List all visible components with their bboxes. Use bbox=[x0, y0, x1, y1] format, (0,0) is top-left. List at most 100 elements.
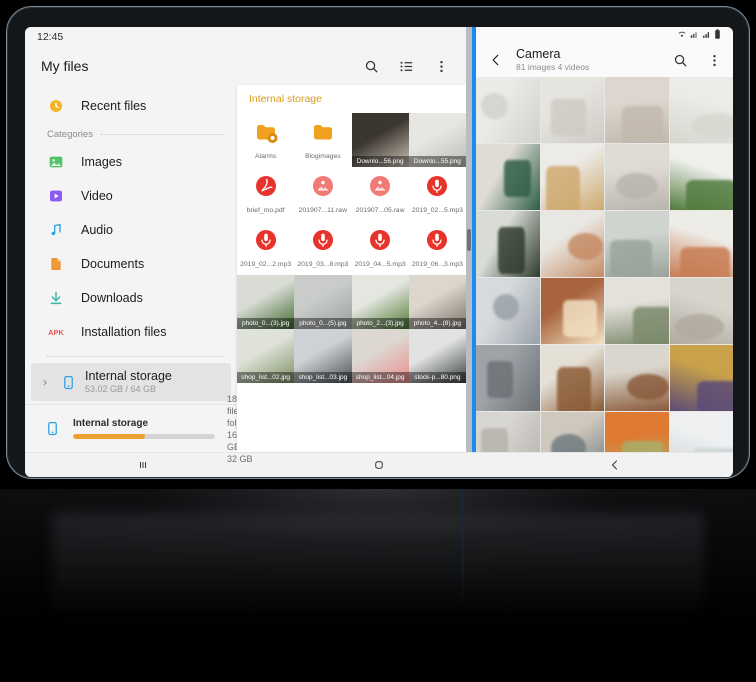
gallery-app-pane: Camera 81 images 4 videos bbox=[472, 27, 733, 452]
photo-subject bbox=[503, 159, 531, 197]
file-thumbnail-item[interactable]: Downlo...55.png bbox=[408, 113, 466, 167]
sidebar-item-images[interactable]: Images bbox=[25, 145, 237, 179]
gallery-photo-item[interactable] bbox=[669, 77, 733, 143]
back-chevron-icon[interactable] bbox=[488, 53, 504, 67]
gallery-photo-item[interactable] bbox=[540, 211, 604, 277]
phone-icon bbox=[43, 420, 61, 438]
gallery-photo-item[interactable] bbox=[476, 211, 540, 277]
gallery-photo-grid[interactable] bbox=[476, 77, 733, 452]
file-name: 201907...11.raw bbox=[298, 207, 347, 214]
file-item[interactable]: RAW 201907...05.raw bbox=[352, 167, 409, 221]
gallery-photo-item[interactable] bbox=[476, 77, 540, 143]
gallery-photo-item[interactable] bbox=[669, 412, 733, 452]
left-status-bar: 12:45 bbox=[25, 27, 466, 47]
sidebar-item-internal-storage[interactable]: › Internal storage 53.02 GB / 64 GB bbox=[31, 363, 231, 401]
gallery-photo-item[interactable] bbox=[540, 77, 604, 143]
gallery-photo-item[interactable] bbox=[476, 345, 540, 411]
file-name: photo_2...(3).jpg bbox=[351, 318, 409, 329]
tablet-device-frame: 12:45 My files Recent files Categories I… bbox=[6, 6, 750, 479]
gallery-photo-item[interactable] bbox=[669, 345, 733, 411]
storage-progress-group: Internal storage bbox=[73, 418, 215, 439]
gallery-photo-item[interactable] bbox=[669, 211, 733, 277]
divider-line bbox=[100, 133, 223, 135]
file-name: 2019_02...5.mp3 bbox=[411, 207, 463, 214]
folder-icon bbox=[311, 120, 335, 149]
svg-text:RAW: RAW bbox=[318, 186, 328, 191]
sidebar-categories-header: Categories bbox=[25, 123, 237, 145]
sidebar-item-installation-files[interactable]: APK Installation files bbox=[25, 315, 237, 349]
file-item[interactable]: 2019_02...2.mp3 bbox=[237, 221, 294, 275]
file-grid[interactable]: Alarms Blogimages Downlo...56.png Downlo...… bbox=[237, 113, 466, 452]
gallery-photo-item[interactable] bbox=[605, 211, 669, 277]
file-thumbnail-item[interactable]: photo_2...(3).jpg bbox=[351, 275, 409, 329]
storage-summary-name: Internal storage bbox=[73, 418, 149, 429]
search-icon[interactable] bbox=[362, 57, 380, 75]
file-name: brief_mo.pdf bbox=[246, 207, 285, 214]
gallery-photo-item[interactable] bbox=[605, 77, 669, 143]
file-name: 201907...05.raw bbox=[355, 207, 405, 214]
sidebar-item-video[interactable]: Video bbox=[25, 179, 237, 213]
gallery-photo-item[interactable] bbox=[540, 144, 604, 210]
file-item[interactable]: RAW 201907...11.raw bbox=[294, 167, 351, 221]
file-name: Downlo...55.png bbox=[408, 156, 466, 167]
photo-subject bbox=[545, 166, 580, 210]
sidebar-divider bbox=[25, 349, 237, 363]
file-thumbnail-item[interactable]: Downlo...56.png bbox=[351, 113, 409, 167]
file-item[interactable]: 2019_02...5.mp3 bbox=[409, 167, 466, 221]
back-button[interactable] bbox=[591, 459, 639, 471]
gallery-photo-item[interactable] bbox=[540, 345, 604, 411]
more-options-icon[interactable] bbox=[432, 57, 450, 75]
home-button[interactable] bbox=[355, 459, 403, 471]
list-view-icon[interactable] bbox=[397, 57, 415, 75]
my-files-header-actions bbox=[362, 57, 456, 75]
recents-button[interactable] bbox=[119, 459, 167, 471]
gallery-photo-item[interactable] bbox=[476, 412, 540, 452]
file-thumbnail-item[interactable]: shop_list...04.jpg bbox=[351, 329, 409, 383]
gallery-photo-item[interactable] bbox=[669, 144, 733, 210]
file-item[interactable]: Blogimages bbox=[294, 113, 351, 167]
wifi-icon bbox=[677, 27, 687, 44]
sidebar-item-label: Downloads bbox=[81, 291, 143, 305]
sidebar-item-recent-files[interactable]: Recent files bbox=[25, 89, 237, 123]
file-thumbnail-item[interactable]: shop_list...03.jpg bbox=[294, 329, 352, 383]
sidebar-item-downloads[interactable]: Downloads bbox=[25, 281, 237, 315]
clock-icon bbox=[47, 97, 65, 115]
file-thumbnail-item[interactable]: photo_4...(8).jpg bbox=[408, 275, 466, 329]
file-browser-breadcrumb[interactable]: Internal storage bbox=[237, 85, 466, 113]
phone-icon bbox=[59, 373, 77, 391]
file-thumbnail-item[interactable]: photo_0...(3).jpg bbox=[237, 275, 295, 329]
sidebar-scroll-area[interactable]: Recent files Categories Images Video Aud… bbox=[25, 89, 237, 404]
gallery-photo-item[interactable] bbox=[605, 412, 669, 452]
sidebar-item-documents[interactable]: Documents bbox=[25, 247, 237, 281]
photo-subject bbox=[615, 173, 658, 200]
gallery-photo-item[interactable] bbox=[476, 278, 540, 344]
gallery-photo-item[interactable] bbox=[605, 144, 669, 210]
search-icon[interactable] bbox=[671, 51, 689, 69]
gallery-photo-item[interactable] bbox=[476, 144, 540, 210]
file-item[interactable]: Alarms bbox=[237, 113, 294, 167]
gallery-photo-item[interactable] bbox=[669, 278, 733, 344]
photo-subject bbox=[486, 360, 514, 398]
gallery-photo-item[interactable] bbox=[540, 412, 604, 452]
my-files-sidebar: Recent files Categories Images Video Aud… bbox=[25, 85, 254, 464]
file-thumbnail-item[interactable]: shop_list...02.jpg bbox=[237, 329, 295, 383]
photo-subject bbox=[557, 367, 592, 411]
file-item[interactable]: 2019_06...3.mp3 bbox=[409, 221, 466, 275]
divider-handle[interactable] bbox=[467, 228, 471, 251]
sidebar-item-audio[interactable]: Audio bbox=[25, 213, 237, 247]
file-item[interactable]: 2019_04...5.mp3 bbox=[352, 221, 409, 275]
file-name: stock-p...80.png bbox=[408, 372, 466, 383]
gallery-photo-item[interactable] bbox=[540, 278, 604, 344]
raw-icon: RAW bbox=[368, 174, 392, 203]
file-thumbnail-item[interactable]: stock-p...80.png bbox=[408, 329, 466, 383]
file-item[interactable]: brief_mo.pdf bbox=[237, 167, 294, 221]
gallery-photo-item[interactable] bbox=[605, 278, 669, 344]
file-name: photo_0...(3).jpg bbox=[237, 318, 295, 329]
file-item[interactable]: 2019_03...8.mp3 bbox=[294, 221, 351, 275]
storage-progress-fill bbox=[73, 434, 146, 439]
more-options-icon[interactable] bbox=[705, 51, 723, 69]
photo-subject bbox=[691, 447, 733, 452]
page-title: My files bbox=[41, 58, 89, 74]
file-thumbnail-item[interactable]: photo_0...(5).jpg bbox=[294, 275, 352, 329]
gallery-photo-item[interactable] bbox=[605, 345, 669, 411]
